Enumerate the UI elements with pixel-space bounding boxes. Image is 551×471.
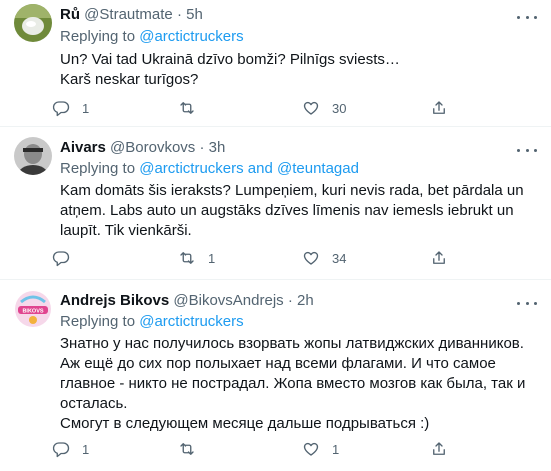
retweet-icon (180, 252, 194, 264)
like-button[interactable]: 1 (302, 438, 339, 460)
more-icon[interactable] (517, 296, 537, 310)
tweet[interactable]: Aivars @Borovkovs · 3h Replying to @arct… (0, 127, 551, 280)
reply-count: 1 (82, 100, 90, 116)
share-icon (433, 251, 445, 264)
replying-to: Replying to @arctictruckers (60, 28, 244, 46)
reply-count: 1 (82, 441, 90, 457)
author-name[interactable]: Andrejs Bikovs (60, 292, 169, 309)
like-button[interactable]: 34 (302, 247, 346, 269)
like-icon (303, 251, 319, 265)
tweet-actions: 1 34 (52, 247, 462, 269)
tweet-header: Rů @Strautmate · 5h (60, 6, 203, 24)
replying-to: Replying to @arctictruckers and @teuntag… (60, 160, 359, 178)
tweet-actions: 1 1 (52, 438, 462, 460)
reply-icon (52, 101, 70, 117)
avatar[interactable] (14, 137, 52, 175)
avatar[interactable]: BIKOVS (14, 290, 52, 328)
retweet-button[interactable] (178, 438, 208, 460)
like-button[interactable]: 30 (302, 97, 346, 119)
like-count: 30 (332, 100, 347, 116)
timestamp[interactable]: 3h (209, 139, 226, 156)
more-icon[interactable] (517, 143, 537, 157)
like-count: 34 (332, 250, 347, 266)
reply-icon (52, 442, 70, 458)
separator-dot: · (287, 292, 293, 309)
replying-to-link[interactable]: @arctictruckers (139, 313, 243, 330)
share-icon (433, 442, 445, 455)
retweet-button[interactable] (178, 97, 208, 119)
replying-to-link[interactable]: @arctictruckers (139, 28, 243, 45)
like-count: 1 (332, 441, 340, 457)
replying-to-link[interactable]: @arctictruckers and @teuntagad (139, 160, 359, 177)
replying-prefix: Replying to (60, 28, 136, 45)
tweet[interactable]: BIKOVS Andrejs Bikovs @BikovsAndrejs · 2… (0, 280, 551, 471)
timestamp[interactable]: 2h (297, 292, 314, 309)
reply-button[interactable] (52, 247, 82, 269)
author-name[interactable]: Rů (60, 6, 80, 23)
avatar[interactable] (14, 4, 52, 42)
like-icon (303, 101, 319, 115)
share-button[interactable] (430, 97, 448, 119)
reply-button[interactable]: 1 (52, 97, 89, 119)
author-name[interactable]: Aivars (60, 139, 106, 156)
tweet[interactable]: Rů @Strautmate · 5h Replying to @arctict… (0, 0, 551, 127)
tweet-text: Un? Vai tad Ukrainā dzīvo bomži? Pilnīgs… (60, 51, 400, 88)
reply-icon (52, 251, 70, 267)
author-handle[interactable]: @Strautmate (84, 6, 173, 23)
tweet-header: Andrejs Bikovs @BikovsAndrejs · 2h (60, 292, 314, 310)
retweet-icon (180, 443, 194, 455)
replying-prefix: Replying to (60, 313, 136, 330)
share-button[interactable] (430, 438, 448, 460)
timestamp[interactable]: 5h (186, 6, 203, 23)
retweet-count: 1 (208, 250, 216, 266)
tweet-actions: 1 30 (52, 97, 462, 119)
reply-button[interactable]: 1 (52, 438, 89, 460)
share-icon (433, 101, 445, 114)
tweet-text: Знатно у нас получилось взорвать жопы ла… (60, 335, 526, 432)
avatar-logo-text: BIKOVS (22, 309, 43, 315)
retweet-icon (180, 102, 194, 114)
replying-to: Replying to @arctictruckers (60, 313, 244, 331)
author-handle[interactable]: @Borovkovs (110, 139, 195, 156)
tweet-text: Kam domāts šis ieraksts? Lumpeņiem, kuri… (60, 182, 524, 239)
separator-dot: · (199, 139, 205, 156)
share-button[interactable] (430, 247, 448, 269)
tweet-header: Aivars @Borovkovs · 3h (60, 139, 225, 157)
like-icon (303, 442, 319, 456)
replying-prefix: Replying to (60, 160, 136, 177)
author-handle[interactable]: @BikovsAndrejs (173, 292, 283, 309)
more-icon[interactable] (517, 10, 537, 24)
retweet-button[interactable]: 1 (178, 247, 215, 269)
separator-dot: · (176, 6, 182, 23)
